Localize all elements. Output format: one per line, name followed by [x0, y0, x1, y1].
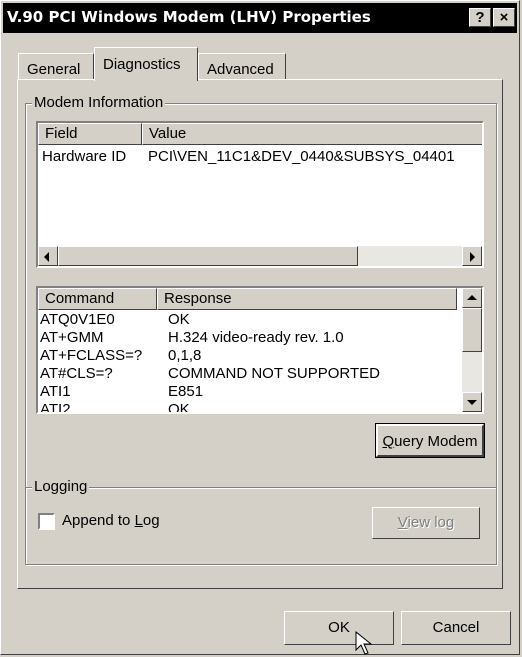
mouse-pointer-icon	[355, 631, 373, 655]
scroll-up-button[interactable]	[462, 288, 482, 308]
diagnostics-panel: Modem Information Field Value Hardware I…	[17, 79, 503, 589]
scroll-down-button[interactable]	[462, 392, 482, 412]
tab-diagnostics-label: Diagnostics	[103, 56, 181, 73]
vertical-scrollbar[interactable]	[462, 288, 482, 412]
response-cell[interactable]: OK	[168, 400, 190, 412]
view-log-label: View log	[397, 514, 455, 531]
window-title: V.90 PCI Windows Modem (LHV) Properties	[7, 8, 371, 26]
response-cell[interactable]: 0,1,8	[168, 346, 201, 365]
arrow-up-icon	[467, 295, 477, 300]
cancel-button[interactable]: Cancel	[401, 611, 511, 645]
column-header-response[interactable]: Response	[157, 288, 457, 310]
column-field-label: Field	[45, 125, 78, 142]
tab-general[interactable]: General	[18, 53, 94, 80]
scroll-right-button[interactable]	[462, 246, 482, 266]
hardware-id-value[interactable]: PCI\VEN_11C1&DEV_0440&SUBSYS_04401	[148, 147, 455, 166]
response-cell[interactable]: H.324 video-ready rev. 1.0	[168, 328, 344, 347]
append-to-log-label[interactable]: Append to Log	[62, 511, 160, 530]
command-cell[interactable]: ATI1	[40, 382, 71, 401]
command-response-list[interactable]: Command Response ATQ0V1E0 OK AT+GMM H.32…	[36, 286, 484, 414]
arrow-left-icon	[44, 252, 49, 262]
column-header-command[interactable]: Command	[38, 288, 157, 310]
logging-group: Logging Append to Log View log	[25, 478, 497, 565]
view-log-button[interactable]: View log	[372, 507, 480, 539]
arrow-down-icon	[467, 400, 477, 405]
tab-advanced[interactable]: Advanced	[198, 53, 286, 80]
horizontal-scroll-thumb[interactable]	[58, 246, 358, 266]
command-cell[interactable]: AT+GMM	[40, 328, 103, 347]
column-command-label: Command	[45, 290, 115, 307]
column-header-value[interactable]: Value	[142, 123, 482, 145]
column-response-label: Response	[164, 290, 232, 307]
append-to-log-checkbox[interactable]	[38, 513, 55, 530]
column-header-field[interactable]: Field	[38, 123, 142, 145]
tab-general-label: General	[27, 61, 81, 78]
cancel-label: Cancel	[432, 619, 480, 636]
ok-label: OK	[328, 619, 350, 636]
tab-advanced-label: Advanced	[207, 61, 274, 78]
tab-diagnostics[interactable]: Diagnostics	[94, 47, 198, 81]
response-cell[interactable]: E851	[168, 382, 203, 401]
command-cell[interactable]: AT+FCLASS=?	[40, 346, 142, 365]
logging-label: Logging	[32, 478, 90, 495]
modem-info-list[interactable]: Field Value Hardware ID PCI\VEN_11C1&DEV…	[36, 121, 484, 268]
properties-dialog: V.90 PCI Windows Modem (LHV) Properties …	[0, 0, 520, 655]
help-button[interactable]: ?	[469, 8, 491, 27]
scroll-left-button[interactable]	[38, 246, 58, 266]
query-modem-button[interactable]: Query Modem	[375, 423, 485, 458]
command-cell[interactable]: AT#CLS=?	[40, 364, 113, 383]
response-cell[interactable]: COMMAND NOT SUPPORTED	[168, 364, 380, 383]
arrow-right-icon	[470, 252, 475, 262]
query-modem-label: Query Modem	[382, 433, 478, 450]
ok-button[interactable]: OK	[284, 611, 394, 645]
modem-information-label: Modem Information	[32, 94, 166, 111]
command-cell[interactable]: ATQ0V1E0	[40, 310, 115, 329]
vertical-scroll-thumb[interactable]	[462, 308, 482, 352]
response-cell[interactable]: OK	[168, 310, 190, 329]
command-cell[interactable]: ATI2	[40, 400, 71, 412]
title-bar[interactable]: V.90 PCI Windows Modem (LHV) Properties …	[3, 3, 517, 33]
horizontal-scrollbar[interactable]	[38, 246, 482, 266]
column-value-label: Value	[149, 125, 187, 142]
close-button[interactable]: ×	[493, 8, 515, 27]
hardware-id-field[interactable]: Hardware ID	[42, 147, 126, 166]
